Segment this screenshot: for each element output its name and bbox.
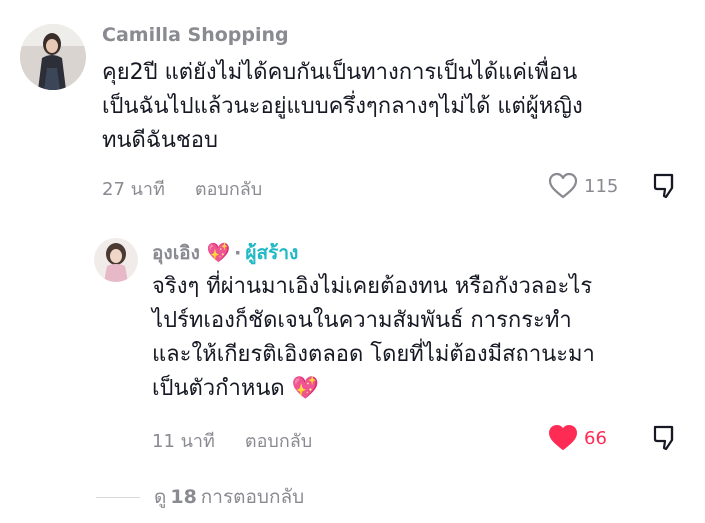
like-button[interactable]: 115 <box>548 172 618 200</box>
creator-badge: ผู้สร้าง <box>245 242 299 264</box>
like-button[interactable]: 66 <box>548 424 607 452</box>
timestamp: 27 นาที <box>102 179 165 200</box>
comment-line: เป็นตัวกำหนด 💖 <box>152 372 595 406</box>
thumbs-down-icon <box>653 173 674 199</box>
dislike-button[interactable] <box>652 424 680 456</box>
like-count: 66 <box>584 427 607 449</box>
dislike-button[interactable] <box>652 172 680 204</box>
avatar-photo <box>94 238 138 282</box>
avatar[interactable] <box>20 24 86 90</box>
comment-line-text: เป็นตัวกำหนด <box>152 376 285 401</box>
separator-dot: · <box>234 242 242 264</box>
comment-line: และให้เกียรติเอิงตลอด โดยที่ไม่ต้องมีสถา… <box>152 342 595 367</box>
comment-line: ไปร์ทเองก็ชัดเจนในความสัมพันธ์ การกระทำ <box>152 308 572 333</box>
view-replies-prefix: ดู <box>154 486 167 508</box>
comment-text: จริงๆ ที่ผ่านมาเอิงไม่เคยต้องทน หรือกังว… <box>152 270 595 406</box>
username[interactable]: Camilla Shopping <box>102 24 289 46</box>
thumbs-down-icon <box>653 425 674 451</box>
heart-filled-icon <box>549 425 577 450</box>
comment-line: จริงๆ ที่ผ่านมาเอิงไม่เคยต้องทน หรือกังว… <box>152 274 593 299</box>
reply-button[interactable]: ตอบกลับ <box>195 174 262 203</box>
comment-meta: 11 นาที ตอบกลับ <box>152 426 312 455</box>
sparkling-heart-emoji: 💖 <box>206 242 231 264</box>
view-replies-button[interactable]: ดู 18 การตอบกลับ <box>96 482 304 512</box>
comment-line: ทนดีฉันชอบ <box>102 128 218 153</box>
comment-line: เป็นฉันไปแล้วนะอยู่แบบครึ่งๆกลางๆไม่ได้ … <box>102 94 583 119</box>
timestamp: 11 นาที <box>152 431 215 452</box>
comment-meta: 27 นาที ตอบกลับ <box>102 174 262 203</box>
view-replies-suffix: การตอบกลับ <box>200 486 305 508</box>
comment-line: คุย2ปี แต่ยังไม่ได้คบกันเป็นทางการเป็นได… <box>102 60 578 85</box>
like-count: 115 <box>584 175 619 197</box>
username[interactable]: อุงเอิง 💖 · ผู้สร้าง <box>152 238 298 268</box>
reply-count: 18 <box>170 486 197 508</box>
sparkling-heart-emoji: 💖 <box>291 376 320 401</box>
avatar-photo <box>20 24 86 90</box>
heart-outline-icon <box>548 172 578 199</box>
reply-button[interactable]: ตอบกลับ <box>245 426 312 455</box>
username-text: อุงเอิง <box>152 242 200 264</box>
divider-line <box>96 496 140 498</box>
comment-text: คุย2ปี แต่ยังไม่ได้คบกันเป็นทางการเป็นได… <box>102 56 583 158</box>
avatar[interactable] <box>94 238 138 282</box>
